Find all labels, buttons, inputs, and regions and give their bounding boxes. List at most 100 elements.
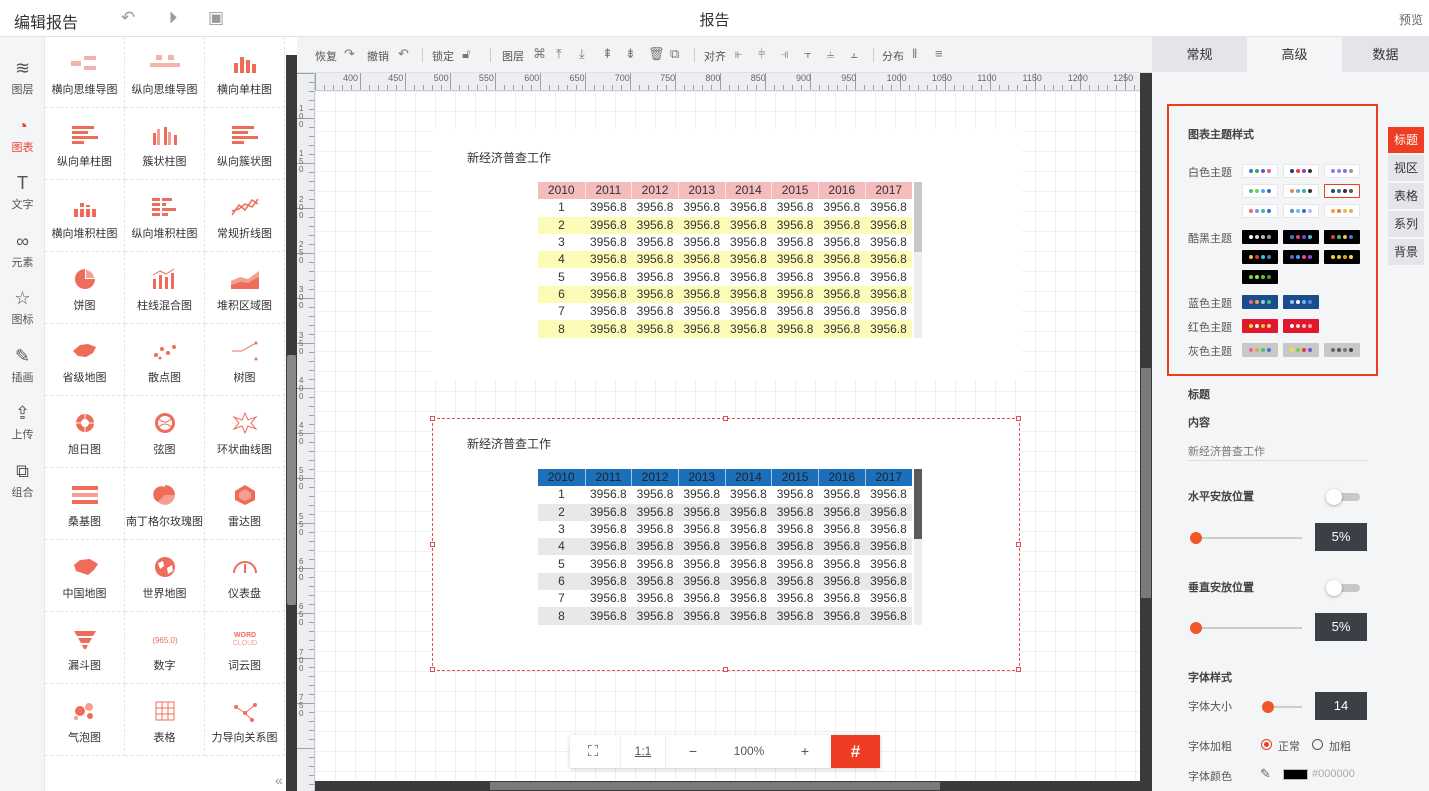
component-radar[interactable]: 雷达图 xyxy=(205,469,285,540)
component-funnel[interactable]: 漏斗图 xyxy=(45,613,125,684)
theme-swatch[interactable] xyxy=(1283,319,1319,333)
nav-item-1[interactable]: ◔ 图表 xyxy=(0,109,45,166)
lock-icon[interactable]: 🔓︎ xyxy=(462,46,470,62)
theme-swatch[interactable] xyxy=(1324,343,1360,357)
radio-normal-label[interactable]: 正常 xyxy=(1278,738,1300,754)
canvas-vertical-scrollbar[interactable] xyxy=(1140,73,1152,791)
component-scatter[interactable]: 散点图 xyxy=(125,325,205,396)
component-cluster-bar[interactable]: 簇状柱图 xyxy=(125,109,205,180)
distribute-button[interactable]: 分布 xyxy=(882,48,904,64)
resize-handle[interactable] xyxy=(1016,667,1021,672)
side-tab-1[interactable]: 视区 xyxy=(1388,155,1424,181)
radio-bold[interactable] xyxy=(1312,739,1323,750)
resize-handle[interactable] xyxy=(430,542,435,547)
align-middle-icon[interactable]: ⫨ xyxy=(827,46,834,62)
component-bubble[interactable]: 气泡图 xyxy=(45,685,125,756)
theme-swatch[interactable] xyxy=(1283,164,1319,178)
distribute-horizontal-icon[interactable]: ‖ xyxy=(912,46,917,61)
align-right-icon[interactable]: ⫣ xyxy=(781,46,789,62)
preview-button[interactable]: 预览 xyxy=(1399,11,1423,28)
font-color-swatch[interactable] xyxy=(1283,769,1308,780)
theme-swatch[interactable] xyxy=(1283,184,1319,198)
scrollbar-thumb[interactable] xyxy=(287,355,296,605)
theme-swatch[interactable] xyxy=(1242,343,1278,357)
canvas-horizontal-scrollbar[interactable] xyxy=(315,781,1140,791)
layer-group-icon[interactable]: ⌘ xyxy=(533,46,546,62)
component-wordcloud[interactable]: WORD CLOUD 词云图 xyxy=(205,613,285,684)
component-sankey[interactable]: 桑基图 xyxy=(45,469,125,540)
v-position-toggle[interactable] xyxy=(1326,580,1360,596)
component-force-graph[interactable]: 力导向关系图 xyxy=(205,685,285,756)
redo-icon[interactable]: ↷ xyxy=(344,46,355,62)
theme-swatch[interactable] xyxy=(1283,230,1319,244)
play-icon[interactable]: ⏵ xyxy=(163,8,183,28)
component-bar-line[interactable]: 柱线混合图 xyxy=(125,253,205,324)
h-position-toggle[interactable] xyxy=(1326,489,1360,505)
distribute-vertical-icon[interactable]: ≡ xyxy=(935,46,943,61)
theme-swatch[interactable] xyxy=(1324,250,1360,264)
selection-box[interactable] xyxy=(430,416,1021,672)
scrollbar-thumb[interactable] xyxy=(490,782,940,790)
component-china-map[interactable]: 中国地图 xyxy=(45,541,125,612)
component-mindmap-h[interactable]: 横向思维导图 xyxy=(45,37,125,108)
component-bar-h-single[interactable]: 横向单柱图 xyxy=(205,37,285,108)
table-widget-1[interactable]: 新经济普查工作 2010 2011 2012 2013 2014 2015 2016 2017… xyxy=(432,129,1022,379)
radio-normal[interactable] xyxy=(1261,739,1272,750)
undo-icon[interactable]: ↶ xyxy=(398,46,409,62)
theme-swatch[interactable] xyxy=(1324,230,1360,244)
align-top-icon[interactable]: ⫟ xyxy=(804,46,812,62)
nav-item-2[interactable]: T 文字 xyxy=(0,166,45,223)
theme-swatch[interactable] xyxy=(1283,250,1319,264)
zoom-in-button[interactable]: + xyxy=(782,735,828,768)
font-size-slider[interactable] xyxy=(1262,701,1302,713)
component-line[interactable]: 常规折线图 xyxy=(205,181,285,252)
align-left-icon[interactable]: ⫦ xyxy=(735,46,742,62)
nav-item-7[interactable]: ⧉ 组合 xyxy=(0,454,45,511)
lock-button[interactable]: 锁定 xyxy=(432,48,454,64)
slider-thumb[interactable] xyxy=(1262,701,1274,713)
delete-icon[interactable]: 🗑︎ xyxy=(648,46,665,62)
theme-swatch[interactable] xyxy=(1242,295,1278,309)
component-world-map[interactable]: 世界地图 xyxy=(125,541,205,612)
resize-handle[interactable] xyxy=(723,667,728,672)
tab-general[interactable]: 常规 xyxy=(1152,37,1247,72)
grid-toggle-icon[interactable]: # xyxy=(831,735,880,768)
send-backward-icon[interactable]: ⤓ xyxy=(579,46,585,62)
resize-handle[interactable] xyxy=(1016,542,1021,547)
theme-swatch[interactable] xyxy=(1324,204,1360,218)
component-province-map[interactable]: 省级地图 xyxy=(45,325,125,396)
slider-thumb[interactable] xyxy=(1190,622,1202,634)
resize-handle[interactable] xyxy=(430,667,435,672)
font-size-value[interactable]: 14 xyxy=(1315,692,1367,720)
theme-swatch[interactable] xyxy=(1242,204,1278,218)
theme-swatch[interactable] xyxy=(1242,230,1278,244)
theme-swatch[interactable] xyxy=(1242,270,1278,284)
undo-button[interactable]: 撤销 xyxy=(367,48,389,64)
theme-swatch[interactable] xyxy=(1242,164,1278,178)
send-to-back-icon[interactable]: ⇟ xyxy=(625,46,636,62)
report-canvas[interactable]: 新经济普查工作 2010 2011 2012 2013 2014 2015 2016 2017… xyxy=(315,91,1140,781)
side-tab-4[interactable]: 背景 xyxy=(1388,239,1424,265)
side-tab-0[interactable]: 标题 xyxy=(1388,127,1424,153)
resize-handle[interactable] xyxy=(430,416,435,421)
theme-swatch[interactable] xyxy=(1242,319,1278,333)
component-rose[interactable]: 南丁格尔玫瑰图 xyxy=(125,469,205,540)
font-color-value[interactable]: #000000 xyxy=(1312,768,1355,780)
theme-swatch[interactable] xyxy=(1242,250,1278,264)
undo-arrow-icon[interactable]: ↶ xyxy=(118,8,138,28)
tab-data[interactable]: 数据 xyxy=(1342,37,1429,72)
theme-swatch[interactable] xyxy=(1283,343,1319,357)
save-icon[interactable]: ▣ xyxy=(206,8,226,28)
component-chord[interactable]: 弦图 xyxy=(125,397,205,468)
nav-item-4[interactable]: ☆ 图标 xyxy=(0,281,45,338)
component-number[interactable]: (965.0) 数字 xyxy=(125,613,205,684)
copy-icon[interactable]: ⧉ xyxy=(670,46,679,62)
theme-swatch[interactable] xyxy=(1283,295,1319,309)
nav-item-5[interactable]: ✎ 插画 xyxy=(0,339,45,396)
h-position-slider[interactable] xyxy=(1190,532,1302,544)
table-scrollbar[interactable] xyxy=(914,182,922,338)
component-stack-bar-v[interactable]: 纵向堆积柱图 xyxy=(125,181,205,252)
theme-swatch[interactable] xyxy=(1242,184,1278,198)
resize-handle[interactable] xyxy=(1016,416,1021,421)
component-area[interactable]: 堆积区域图 xyxy=(205,253,285,324)
